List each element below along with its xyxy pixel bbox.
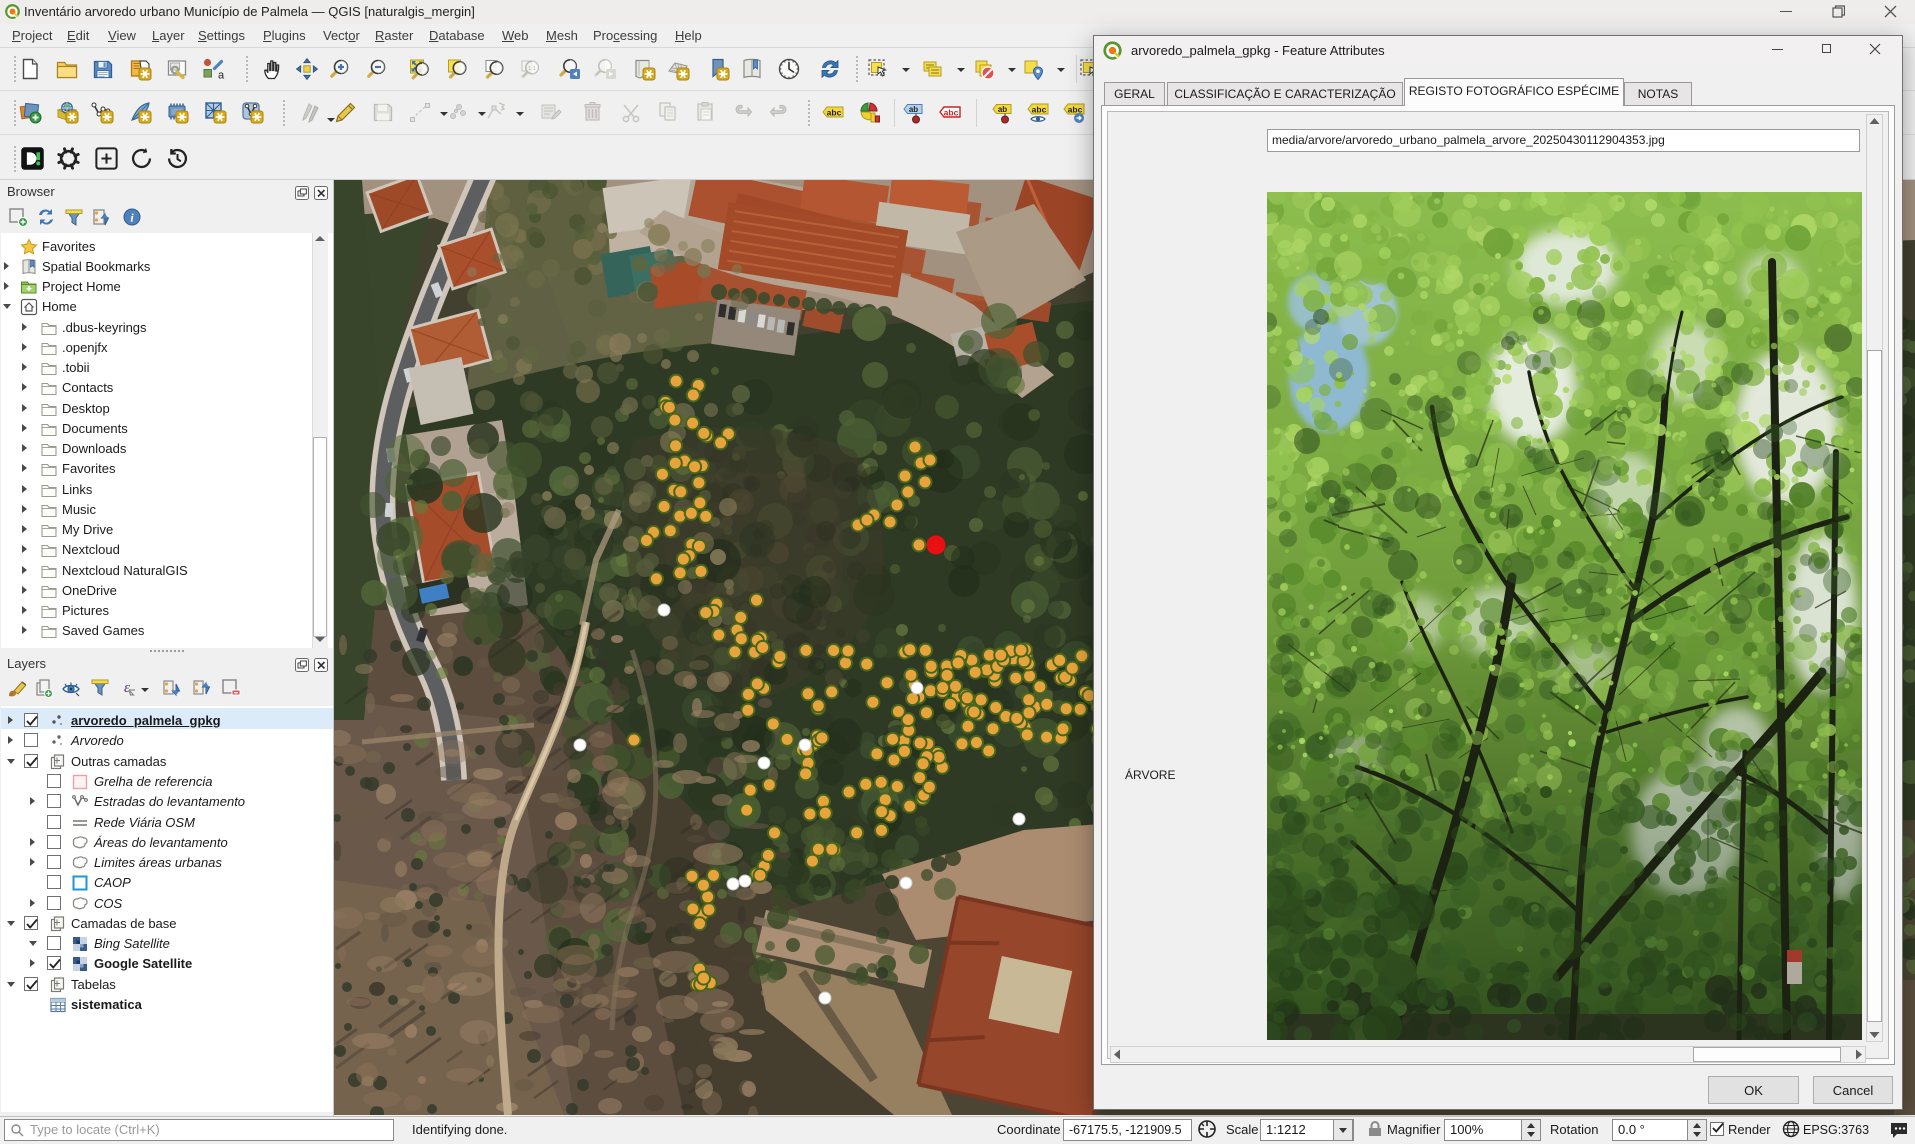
svg-text:ab: ab	[998, 105, 1007, 114]
svg-text:abc: abc	[1032, 105, 1047, 115]
svg-text:a: a	[218, 70, 225, 82]
svg-text:abc: abc	[944, 108, 959, 118]
svg-text:1:1: 1:1	[528, 66, 536, 72]
svg-text:ab: ab	[909, 105, 918, 114]
svg-text:abc: abc	[1068, 105, 1083, 115]
svg-text:ε: ε	[124, 680, 130, 696]
svg-text:abc: abc	[827, 108, 842, 118]
